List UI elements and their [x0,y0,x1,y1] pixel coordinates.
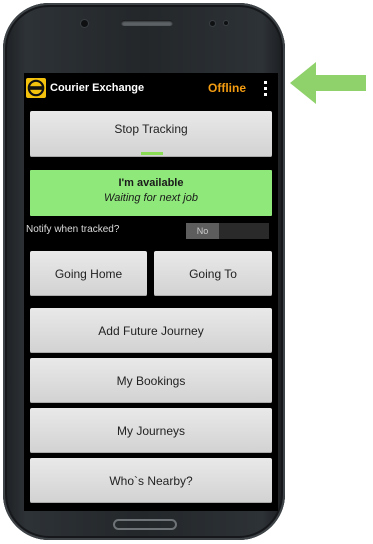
my-journeys-button[interactable]: My Journeys [30,408,272,453]
front-camera [81,20,88,27]
going-to-label: Going To [189,266,237,281]
availability-subtitle: Waiting for next job [104,192,198,204]
light-sensor [224,21,228,25]
stop-tracking-button[interactable]: Stop Tracking [30,111,272,157]
my-bookings-button[interactable]: My Bookings [30,358,272,403]
stop-tracking-label: Stop Tracking [114,122,188,137]
notify-toggle-value: No [186,223,219,239]
my-journeys-label: My Journeys [116,423,186,438]
status-badge: Offline [208,81,246,95]
app-screen: Courier Exchange Offline Stop Tracking I… [24,73,278,511]
proximity-sensor [210,21,215,26]
going-home-button[interactable]: Going Home [30,251,147,296]
annotation-arrow-icon [290,62,366,104]
earpiece-speaker [121,20,173,26]
notify-when-tracked-label: Notify when tracked? [26,224,120,235]
my-bookings-label: My Bookings [116,373,186,388]
availability-title: I'm available [118,177,184,189]
notify-toggle[interactable]: No [186,223,269,239]
add-future-journey-button[interactable]: Add Future Journey [30,308,272,353]
going-to-button[interactable]: Going To [154,251,272,296]
action-bar: Courier Exchange Offline [24,73,278,107]
courier-exchange-logo-icon [26,78,46,98]
hardware-home-button[interactable] [113,519,177,530]
going-home-label: Going Home [54,266,123,281]
add-future-journey-label: Add Future Journey [98,323,204,338]
availability-status-panel[interactable]: I'm available Waiting for next job [30,170,272,216]
whos-nearby-button[interactable]: Who`s Nearby? [30,458,272,503]
overflow-menu-icon[interactable] [262,81,268,99]
whos-nearby-label: Who`s Nearby? [109,473,193,488]
app-title: Courier Exchange [50,82,145,94]
phone-device: Courier Exchange Offline Stop Tracking I… [3,3,285,540]
tracking-indicator [141,152,163,155]
